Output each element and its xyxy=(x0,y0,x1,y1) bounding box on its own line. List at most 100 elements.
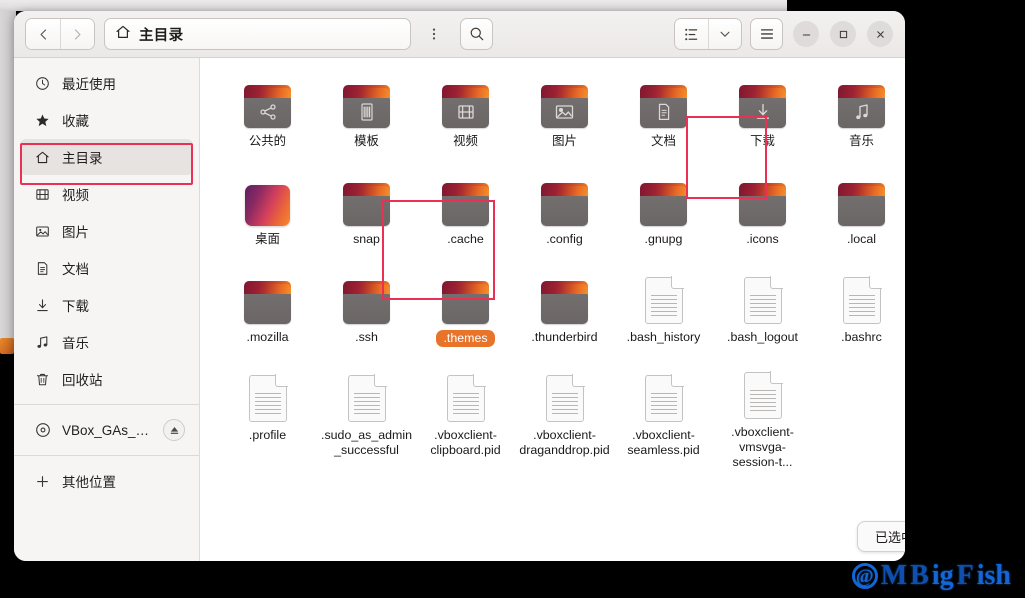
file-grid: 公共的 模板 视频 图片 文档 下载 音乐桌面 snap .cache .config .gnupg… xyxy=(218,68,905,469)
view-dropdown-button[interactable] xyxy=(708,19,741,49)
file-item[interactable]: .vboxclient-vmsvga-session-t... xyxy=(713,362,812,469)
minimize-button[interactable] xyxy=(793,21,819,47)
file-icon-wrap xyxy=(541,176,588,226)
file-icon-wrap xyxy=(442,78,489,128)
file-item[interactable]: .mozilla xyxy=(218,264,317,362)
file-item[interactable]: 视频 xyxy=(416,68,515,166)
download-icon xyxy=(34,297,51,314)
watermark-m: M xyxy=(880,560,908,591)
watermark-f: F xyxy=(956,560,974,591)
file-item[interactable]: .bashrc xyxy=(812,264,905,362)
file-item[interactable]: .local xyxy=(812,166,905,264)
document-file-icon xyxy=(446,374,486,422)
folder-icon xyxy=(244,281,291,324)
sidebar-item-downloads[interactable]: 下载 xyxy=(20,287,193,323)
file-item[interactable]: .themes xyxy=(416,264,515,362)
list-view-button[interactable] xyxy=(675,19,708,49)
file-item[interactable]: .profile xyxy=(218,362,317,460)
sidebar-item-pictures[interactable]: 图片 xyxy=(20,213,193,249)
document-icon xyxy=(640,98,687,126)
document-file-icon xyxy=(743,276,783,324)
file-item[interactable]: .vboxclient-draganddrop.pid xyxy=(515,362,614,460)
file-item[interactable]: .icons xyxy=(713,166,812,264)
file-view[interactable]: 公共的 模板 视频 图片 文档 下载 音乐桌面 snap .cache .config .gnupg… xyxy=(200,58,905,561)
search-button[interactable] xyxy=(460,18,493,50)
status-text: 已选中“.themes” （含有 0 项） xyxy=(875,530,905,545)
home-icon xyxy=(34,149,51,166)
file-item[interactable]: .sudo_as_admin_successful xyxy=(317,362,416,460)
document-file-icon xyxy=(644,374,684,422)
image-icon xyxy=(541,98,588,126)
file-icon-wrap xyxy=(343,274,390,324)
file-icon-wrap xyxy=(739,78,786,128)
file-item[interactable]: .bash_history xyxy=(614,264,713,362)
file-item[interactable]: snap xyxy=(317,166,416,264)
sidebar-item-vbox-gas[interactable]: VBox_GAs_7.... xyxy=(20,412,193,448)
file-item[interactable]: .bash_logout xyxy=(713,264,812,362)
folder-icon xyxy=(739,85,786,128)
main-menu-button[interactable] xyxy=(750,18,783,50)
file-item[interactable]: 下载 xyxy=(713,68,812,166)
sidebar-item-starred[interactable]: 收藏 xyxy=(20,102,193,138)
forward-button[interactable] xyxy=(60,19,94,49)
file-item[interactable]: .vboxclient-seamless.pid xyxy=(614,362,713,460)
folder-icon xyxy=(541,183,588,226)
file-label: .themes xyxy=(436,330,495,347)
sidebar-label: 收藏 xyxy=(62,114,89,129)
file-item[interactable]: .thunderbird xyxy=(515,264,614,362)
file-icon-wrap xyxy=(842,274,882,324)
file-icon-wrap xyxy=(343,78,390,128)
sidebar-divider xyxy=(14,404,199,405)
folder-icon xyxy=(640,85,687,128)
sidebar-item-videos[interactable]: 视频 xyxy=(20,176,193,212)
file-item[interactable]: 文档 xyxy=(614,68,713,166)
sidebar-item-home[interactable]: 主目录 xyxy=(20,139,193,175)
sidebar-item-music[interactable]: 音乐 xyxy=(20,324,193,360)
header-bar: 主目录 xyxy=(14,11,905,58)
folder-icon xyxy=(739,183,786,226)
status-bar: 已选中“.themes” （含有 0 项） xyxy=(857,521,905,552)
close-button[interactable] xyxy=(867,21,893,47)
desktop-dock-icon[interactable] xyxy=(0,338,14,354)
folder-icon xyxy=(838,183,885,226)
file-label: .bash_history xyxy=(626,330,701,344)
folder-icon xyxy=(442,85,489,128)
file-item[interactable]: 音乐 xyxy=(812,68,905,166)
file-item[interactable]: .ssh xyxy=(317,264,416,362)
back-button[interactable] xyxy=(26,19,60,49)
clock-icon xyxy=(34,75,51,92)
maximize-button[interactable] xyxy=(830,21,856,47)
file-item[interactable]: 公共的 xyxy=(218,68,317,166)
home-icon xyxy=(115,24,131,45)
file-label: .thunderbird xyxy=(531,330,598,344)
file-item[interactable]: 桌面 xyxy=(218,166,317,264)
path-bar[interactable]: 主目录 xyxy=(104,18,411,50)
folder-icon xyxy=(541,281,588,324)
file-item[interactable]: .vboxclient-clipboard.pid xyxy=(416,362,515,460)
sidebar-item-other-locations[interactable]: 其他位置 xyxy=(20,463,193,499)
template-icon xyxy=(343,98,390,126)
file-icon-wrap xyxy=(343,176,390,226)
file-label: 下载 xyxy=(750,134,775,148)
star-icon xyxy=(34,112,51,129)
document-file-icon xyxy=(545,374,585,422)
sidebar-label: 其他位置 xyxy=(62,475,116,490)
file-item[interactable]: .gnupg xyxy=(614,166,713,264)
sidebar-divider xyxy=(14,455,199,456)
sidebar-label: 音乐 xyxy=(62,336,89,351)
file-item[interactable]: .cache xyxy=(416,166,515,264)
sidebar-item-recent[interactable]: 最近使用 xyxy=(20,65,193,101)
sidebar-item-trash[interactable]: 回收站 xyxy=(20,361,193,397)
file-item[interactable]: 图片 xyxy=(515,68,614,166)
options-menu-button[interactable] xyxy=(417,18,450,50)
file-icon-wrap xyxy=(640,176,687,226)
file-item[interactable]: 模板 xyxy=(317,68,416,166)
file-item[interactable]: .config xyxy=(515,166,614,264)
file-label: 视频 xyxy=(453,134,478,148)
file-icon-wrap xyxy=(244,274,291,324)
file-icon-wrap xyxy=(442,176,489,226)
file-icon-wrap xyxy=(644,372,684,422)
folder-icon xyxy=(343,281,390,324)
sidebar-item-documents[interactable]: 文档 xyxy=(20,250,193,286)
eject-button[interactable] xyxy=(163,419,185,441)
